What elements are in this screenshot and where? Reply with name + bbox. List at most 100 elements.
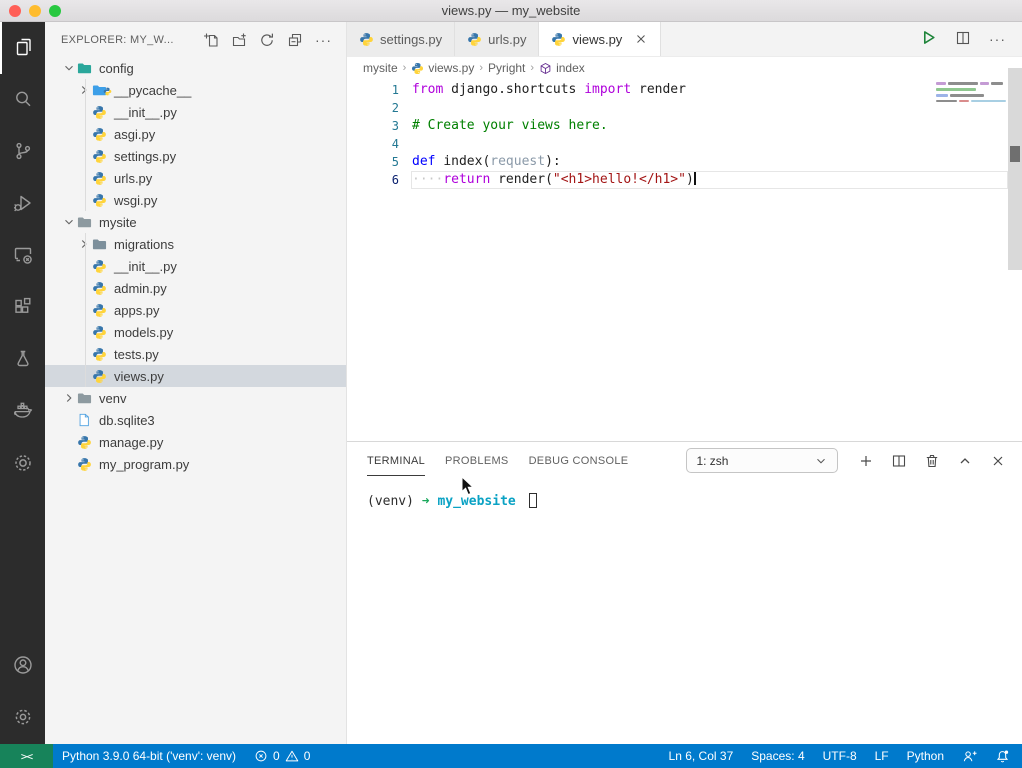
scrollbar-thumb[interactable] (1010, 146, 1020, 162)
tree-item-__init__.py[interactable]: __init__.py (45, 255, 346, 277)
tree-item-models.py[interactable]: models.py (45, 321, 346, 343)
breadcrumb-item-Pyright[interactable]: Pyright (488, 61, 525, 75)
language-mode-status[interactable]: Python (898, 744, 953, 768)
activity-account[interactable] (0, 640, 45, 692)
remote-indicator[interactable]: >< (0, 744, 53, 768)
tab-views.py[interactable]: views.py (539, 22, 661, 56)
title-bar: views.py — my_website (0, 0, 1022, 22)
code-line-3[interactable]: 3# Create your views here. (347, 117, 1022, 135)
breadcrumb-label: index (556, 61, 585, 75)
tree-item-admin.py[interactable]: admin.py (45, 277, 346, 299)
tree-item-mysite[interactable]: mysite (45, 211, 346, 233)
tree-item-__init__.py[interactable]: __init__.py (45, 101, 346, 123)
breadcrumb-item-index[interactable]: index (539, 61, 585, 75)
refresh-icon[interactable] (259, 32, 275, 48)
split-editor-button[interactable] (955, 30, 971, 49)
activity-explorer[interactable] (0, 22, 45, 74)
terminal-output[interactable]: (venv) ➜ my_website (347, 479, 1022, 509)
panel-tab-debug-console[interactable]: DEBUG CONSOLE (529, 445, 629, 476)
close-window-button[interactable] (9, 5, 21, 17)
split-terminal-icon[interactable] (891, 453, 907, 469)
chevron-down-icon[interactable] (61, 215, 77, 229)
tree-item-my_program.py[interactable]: my_program.py (45, 453, 346, 475)
activity-extensions[interactable] (0, 282, 45, 334)
minimize-window-button[interactable] (29, 5, 41, 17)
chevron-right-icon[interactable] (76, 237, 92, 251)
activity-run-debug[interactable] (0, 178, 45, 230)
run-python-file-button[interactable] (920, 29, 937, 49)
tree-item-db.sqlite3[interactable]: db.sqlite3 (45, 409, 346, 431)
minimap[interactable] (936, 82, 1006, 105)
tab-urls.py[interactable]: urls.py (455, 22, 539, 56)
tree-item-urls.py[interactable]: urls.py (45, 167, 346, 189)
activity-docker[interactable] (0, 386, 45, 438)
python-icon (92, 171, 109, 186)
maximize-panel-icon[interactable] (957, 453, 973, 469)
activity-settings[interactable] (0, 692, 45, 744)
panel-tab-terminal[interactable]: TERMINAL (367, 445, 425, 476)
tree-item-label: __init__.py (114, 259, 177, 274)
code-line-1[interactable]: 1from django.shortcuts import render (347, 81, 1022, 99)
close-tab-icon[interactable] (634, 32, 648, 46)
panel-header: TERMINAL PROBLEMS DEBUG CONSOLE 1: zsh (347, 442, 1022, 479)
eol-status[interactable]: LF (866, 744, 898, 768)
tree-item-migrations[interactable]: migrations (45, 233, 346, 255)
activity-containers[interactable] (0, 438, 45, 490)
close-panel-icon[interactable] (990, 453, 1006, 469)
tree-item-tests.py[interactable]: tests.py (45, 343, 346, 365)
code-line-4[interactable]: 4 (347, 135, 1022, 153)
maximize-window-button[interactable] (49, 5, 61, 17)
tab-settings.py[interactable]: settings.py (347, 22, 455, 56)
tree-item-venv[interactable]: venv (45, 387, 346, 409)
activity-remote-explorer[interactable] (0, 230, 45, 282)
editor-scrollbar[interactable] (1008, 68, 1022, 270)
activity-source-control[interactable] (0, 126, 45, 178)
terminal-shell-select[interactable]: 1: zsh (686, 448, 838, 473)
editor-more-icon[interactable]: ··· (989, 35, 1006, 43)
collapse-folders-icon[interactable] (287, 32, 303, 48)
search-icon (11, 87, 35, 114)
activity-bar (0, 22, 45, 744)
code-line-2[interactable]: 2 (347, 99, 1022, 117)
tab-label: urls.py (488, 32, 526, 47)
tree-item-manage.py[interactable]: manage.py (45, 431, 346, 453)
tree-item-config[interactable]: config (45, 57, 346, 79)
tree-item-label: admin.py (114, 281, 167, 296)
breadcrumb-item-mysite[interactable]: mysite (363, 61, 398, 75)
code-line-6[interactable]: 6····return render("<h1>hello!</h1>") (347, 171, 1022, 189)
chevron-down-icon[interactable] (61, 61, 77, 75)
terminal-prompt-arrow: ➜ (422, 494, 430, 509)
tree-item-asgi.py[interactable]: asgi.py (45, 123, 346, 145)
new-terminal-icon[interactable] (858, 453, 874, 469)
notifications-status[interactable] (986, 744, 1022, 768)
python-interpreter-status[interactable]: Python 3.9.0 64-bit ('venv': venv) (53, 744, 245, 768)
breadcrumb-item-views.py[interactable]: views.py (411, 61, 474, 75)
code-editor[interactable]: 1from django.shortcuts import render23# … (347, 79, 1022, 441)
cursor-position-status[interactable]: Ln 6, Col 37 (660, 744, 743, 768)
tree-item-views.py[interactable]: views.py (45, 365, 346, 387)
feedback-status[interactable] (953, 744, 986, 768)
tree-item-__pycache__[interactable]: __pycache__ (45, 79, 346, 101)
line-number: 4 (347, 135, 399, 153)
problems-status[interactable]: 0 0 (245, 744, 319, 768)
code-line-5[interactable]: 5def index(request): (347, 153, 1022, 171)
panel-tab-problems[interactable]: PROBLEMS (445, 445, 509, 476)
chevron-right-icon[interactable] (61, 391, 77, 405)
tree-item-settings.py[interactable]: settings.py (45, 145, 346, 167)
activity-testing[interactable] (0, 334, 45, 386)
explorer-more-icon[interactable]: ··· (315, 36, 332, 44)
terminal-shell-label: 1: zsh (696, 454, 728, 468)
indentation-status[interactable]: Spaces: 4 (742, 744, 813, 768)
new-file-icon[interactable] (203, 32, 219, 48)
kill-terminal-icon[interactable] (924, 453, 940, 469)
new-folder-icon[interactable] (231, 32, 247, 48)
activity-search[interactable] (0, 74, 45, 126)
tree-item-apps.py[interactable]: apps.py (45, 299, 346, 321)
line-number: 1 (347, 81, 399, 99)
tab-label: settings.py (380, 32, 442, 47)
tree-item-wsgi.py[interactable]: wsgi.py (45, 189, 346, 211)
chevron-right-icon[interactable] (76, 83, 92, 97)
tab-label: views.py (572, 32, 622, 47)
breadcrumb-separator: › (529, 62, 535, 74)
encoding-status[interactable]: UTF-8 (814, 744, 866, 768)
